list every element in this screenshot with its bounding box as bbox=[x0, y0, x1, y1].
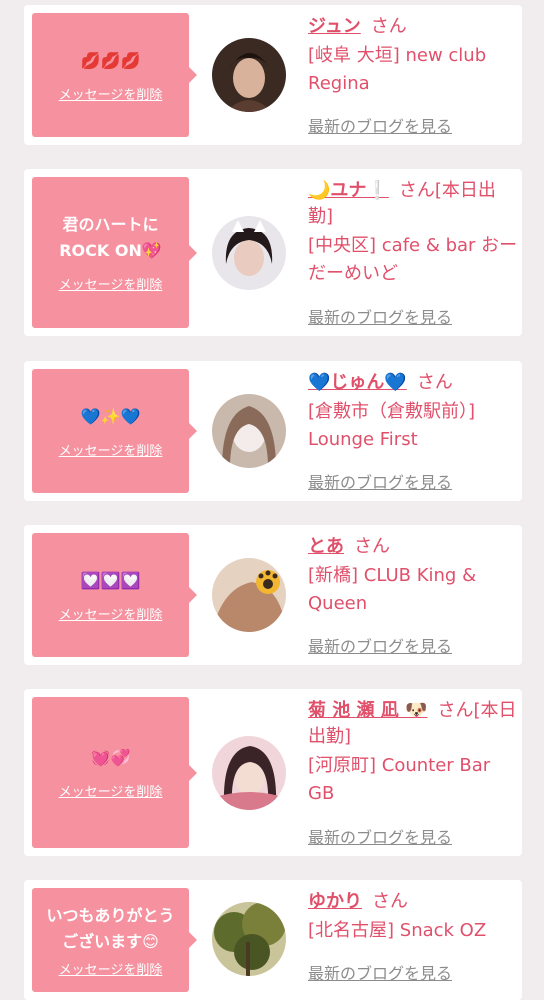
message-list: 💋💋💋 メッセージを削除 ジュン さん [岐阜 大垣] new club Regi… bbox=[0, 0, 544, 1000]
message-text: 君のハートに ROCK ON💖 bbox=[59, 215, 162, 260]
profile-name-link[interactable]: ジュン bbox=[308, 16, 361, 37]
club-name: [新橋] CLUB King & Queen bbox=[308, 565, 477, 614]
name-suffix: さん bbox=[370, 16, 407, 37]
message-text: いつもありがとう ございます😊 bbox=[46, 905, 175, 951]
latest-blog-link[interactable]: 最新のブログを見る bbox=[308, 633, 452, 657]
latest-blog-link[interactable]: 最新のブログを見る bbox=[308, 469, 452, 493]
latest-blog-link[interactable]: 最新のブログを見る bbox=[308, 824, 452, 848]
message-card: 💓💞 メッセージを削除 菊 池 瀬 凪 🐶 さん[本日出勤] [河原町] Coun… bbox=[24, 689, 522, 856]
delete-message-link[interactable]: メッセージを削除 bbox=[59, 84, 163, 103]
message-bubble: いつもありがとう ございます😊 メッセージを削除 bbox=[32, 888, 197, 992]
message-card: 君のハートに ROCK ON💖 メッセージを削除 🌙ユナ❕ さん[本日出勤] [中… bbox=[24, 169, 522, 336]
club-name: [河原町] Counter Bar GB bbox=[308, 755, 491, 804]
message-card: いつもありがとう ございます😊 メッセージを削除 ゆかり さん [北名古屋] Sn… bbox=[24, 880, 522, 1000]
club-name: [岐阜 大垣] new club Regina bbox=[308, 45, 487, 94]
message-bubble: 💙✨💙 メッセージを削除 bbox=[32, 369, 197, 493]
message-card: 💋💋💋 メッセージを削除 ジュン さん [岐阜 大垣] new club Regi… bbox=[24, 5, 522, 145]
delete-message-link[interactable]: メッセージを削除 bbox=[59, 604, 163, 623]
delete-message-link[interactable]: メッセージを削除 bbox=[59, 781, 163, 800]
message-text: 💓💞 bbox=[90, 748, 131, 767]
club-name: [倉敷市（倉敷駅前）] Lounge First bbox=[308, 401, 476, 450]
message-card: 💙✨💙 メッセージを削除 💙じゅん💙 さん [倉敷市（倉敷駅前）] Lounge … bbox=[24, 361, 522, 501]
message-text: 💙✨💙 bbox=[80, 406, 141, 426]
latest-blog-link[interactable]: 最新のブログを見る bbox=[308, 113, 452, 137]
latest-blog-link[interactable]: 最新のブログを見る bbox=[308, 960, 452, 984]
profile-info: 菊 池 瀬 凪 🐶 さん[本日出勤] [河原町] Counter Bar GB bbox=[308, 698, 518, 808]
profile-info: ゆかり さん [北名古屋] Snack OZ bbox=[308, 889, 518, 945]
profile-info: 🌙ユナ❕ さん[本日出勤] [中央区] cafe & bar おーだーめいど bbox=[308, 178, 518, 288]
message-card: 💟💟💟 メッセージを削除 とあ さん [新橋] CLUB King & Queen… bbox=[24, 525, 522, 665]
avatar[interactable] bbox=[212, 216, 286, 290]
message-text: 💋💋💋 bbox=[80, 50, 141, 70]
delete-message-link[interactable]: メッセージを削除 bbox=[59, 959, 163, 978]
profile-info: ジュン さん [岐阜 大垣] new club Regina bbox=[308, 14, 518, 98]
avatar-photo-icon bbox=[212, 216, 286, 290]
message-bubble: 💓💞 メッセージを削除 bbox=[32, 697, 197, 848]
avatar[interactable] bbox=[212, 736, 286, 810]
profile-info: 💙じゅん💙 さん [倉敷市（倉敷駅前）] Lounge First bbox=[308, 370, 518, 454]
message-bubble: 💟💟💟 メッセージを削除 bbox=[32, 533, 197, 657]
club-name: [中央区] cafe & bar おーだーめいど bbox=[308, 235, 518, 284]
delete-message-link[interactable]: メッセージを削除 bbox=[59, 274, 163, 293]
profile-name-link[interactable]: 菊 池 瀬 凪 🐶 bbox=[308, 700, 427, 721]
avatar-photo-icon bbox=[212, 394, 286, 468]
profile-name-link[interactable]: とあ bbox=[308, 536, 344, 557]
name-suffix: さん bbox=[372, 891, 408, 912]
avatar-photo-icon bbox=[212, 736, 286, 810]
avatar[interactable] bbox=[212, 38, 286, 112]
profile-name-link[interactable]: 💙じゅん💙 bbox=[308, 372, 407, 393]
avatar[interactable] bbox=[212, 394, 286, 468]
avatar-photo-icon bbox=[212, 558, 286, 632]
avatar[interactable] bbox=[212, 902, 286, 976]
delete-message-link[interactable]: メッセージを削除 bbox=[59, 440, 163, 459]
avatar-photo-icon bbox=[212, 902, 286, 976]
profile-info: とあ さん [新橋] CLUB King & Queen bbox=[308, 534, 518, 618]
name-suffix: さん bbox=[416, 372, 453, 393]
profile-name-link[interactable]: ゆかり bbox=[308, 891, 362, 912]
message-text: 💟💟💟 bbox=[80, 570, 141, 590]
profile-name-link[interactable]: 🌙ユナ❕ bbox=[308, 180, 389, 201]
avatar-photo-icon bbox=[212, 38, 286, 112]
latest-blog-link[interactable]: 最新のブログを見る bbox=[308, 304, 452, 328]
message-bubble: 💋💋💋 メッセージを削除 bbox=[32, 13, 197, 137]
name-suffix: さん bbox=[354, 536, 390, 557]
club-name: [北名古屋] Snack OZ bbox=[308, 920, 487, 941]
message-bubble: 君のハートに ROCK ON💖 メッセージを削除 bbox=[32, 177, 197, 328]
avatar[interactable] bbox=[212, 558, 286, 632]
